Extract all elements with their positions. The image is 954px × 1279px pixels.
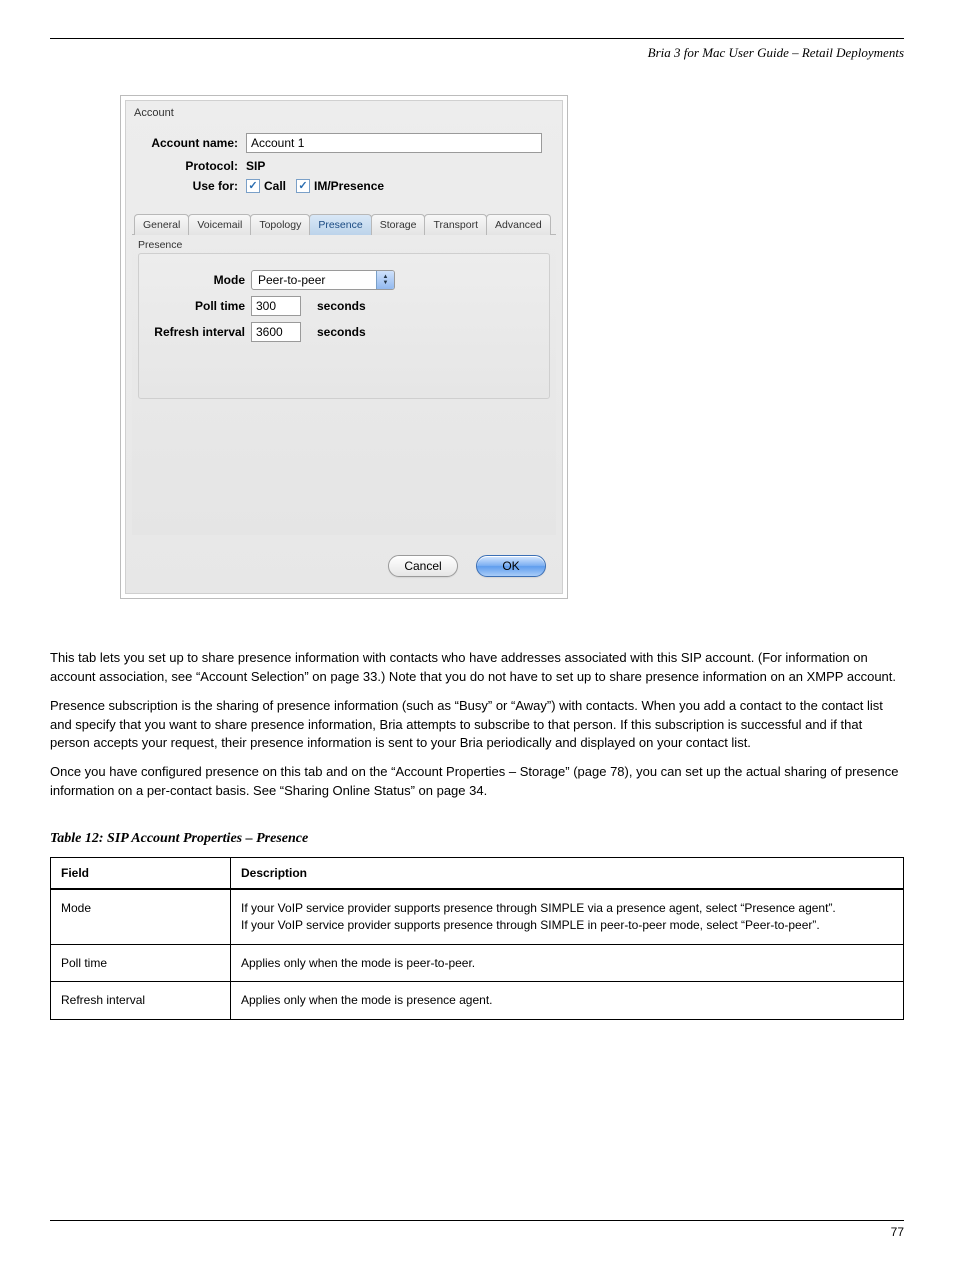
refresh-unit: seconds — [317, 325, 366, 339]
table-title: Table 12: SIP Account Properties – Prese… — [50, 831, 904, 847]
account-dialog: Account Account name: Protocol: SIP Use … — [120, 95, 568, 599]
mode-label: Mode — [149, 273, 245, 287]
checkbox-call-label: Call — [264, 179, 286, 193]
checkbox-im-label: IM/Presence — [314, 179, 384, 193]
body-p2: Presence subscription is the sharing of … — [50, 697, 904, 754]
header-title: Bria 3 for Mac User Guide – Retail Deplo… — [648, 45, 904, 61]
td-field: Mode — [51, 889, 231, 944]
checkbox-call[interactable]: ✓ — [246, 179, 260, 193]
refresh-input[interactable] — [251, 322, 301, 342]
td-desc: If your VoIP service provider supports p… — [231, 889, 904, 944]
td-desc: Applies only when the mode is presence a… — [231, 982, 904, 1020]
tab-presence[interactable]: Presence — [309, 214, 371, 235]
td-field: Refresh interval — [51, 982, 231, 1020]
td-field: Poll time — [51, 944, 231, 982]
th-desc: Description — [231, 857, 904, 889]
cancel-button[interactable]: Cancel — [388, 555, 458, 577]
body-p3: Once you have configured presence on thi… — [50, 763, 904, 801]
updown-icon: ▲▼ — [376, 271, 394, 289]
account-name-label: Account name: — [138, 136, 238, 150]
mode-select[interactable]: Peer-to-peer ▲▼ — [251, 270, 395, 290]
account-name-input[interactable] — [246, 133, 542, 153]
tab-general[interactable]: General — [134, 214, 189, 235]
tab-transport[interactable]: Transport — [424, 214, 487, 235]
table-row: Poll time Applies only when the mode is … — [51, 944, 904, 982]
header-rule — [50, 38, 904, 39]
ok-button[interactable]: OK — [476, 555, 546, 577]
body-p1: This tab lets you set up to share presen… — [50, 649, 904, 687]
group-label: Presence — [132, 235, 556, 253]
section-label: Account — [126, 101, 562, 121]
protocol-value: SIP — [246, 159, 265, 173]
page-number: 77 — [891, 1225, 904, 1239]
tab-advanced[interactable]: Advanced — [486, 214, 551, 235]
table-row: Refresh interval Applies only when the m… — [51, 982, 904, 1020]
mode-select-value: Peer-to-peer — [252, 273, 376, 287]
tab-voicemail[interactable]: Voicemail — [188, 214, 251, 235]
td-desc: Applies only when the mode is peer-to-pe… — [231, 944, 904, 982]
table-row: Mode If your VoIP service provider suppo… — [51, 889, 904, 944]
poll-input[interactable] — [251, 296, 301, 316]
tab-storage[interactable]: Storage — [371, 214, 426, 235]
poll-unit: seconds — [317, 299, 366, 313]
properties-table: Field Description Mode If your VoIP serv… — [50, 857, 904, 1020]
use-for-label: Use for: — [138, 179, 238, 193]
body-text: This tab lets you set up to share presen… — [50, 649, 904, 801]
refresh-label: Refresh interval — [149, 325, 245, 339]
tab-topology[interactable]: Topology — [250, 214, 310, 235]
protocol-label: Protocol: — [138, 159, 238, 173]
tab-content: Presence Mode Peer-to-peer ▲▼ Poll time … — [132, 235, 556, 535]
checkbox-im[interactable]: ✓ — [296, 179, 310, 193]
poll-label: Poll time — [149, 299, 245, 313]
tab-bar: General Voicemail Topology Presence Stor… — [132, 213, 556, 235]
th-field: Field — [51, 857, 231, 889]
